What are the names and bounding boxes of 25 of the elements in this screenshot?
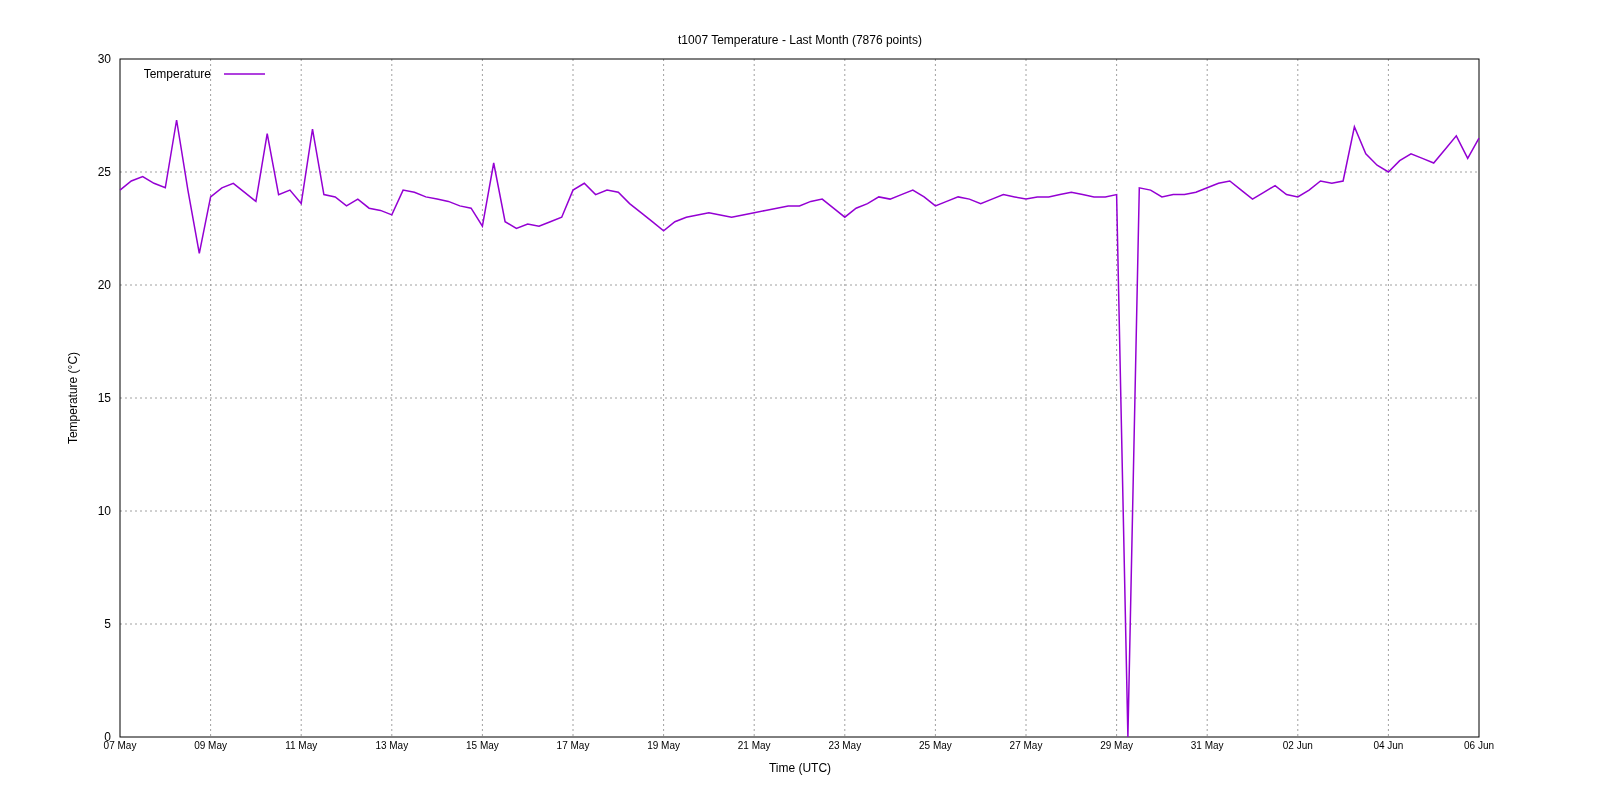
y-tick-label: 5: [104, 617, 111, 631]
legend-label: Temperature: [143, 67, 211, 81]
x-tick-label: 23 May: [828, 740, 862, 751]
y-tick-label: 20: [97, 278, 111, 292]
x-tick-label: 25 May: [919, 740, 952, 751]
y-axis-title: Temperature (°C): [66, 351, 80, 445]
chart-title: t1007 Temperature - Last Month (7876 points): [678, 33, 922, 47]
y-tick-label: 15: [97, 391, 111, 405]
y-tick-label: 10: [97, 504, 111, 518]
x-tick-label: 29 May: [1100, 740, 1133, 751]
y-tick-label: 30: [97, 52, 111, 66]
x-tick-label: 21 May: [737, 740, 771, 751]
y-tick-label: 25: [97, 165, 111, 179]
x-tick-label: 06 Jun: [1464, 740, 1494, 751]
x-tick-label: 04 Jun: [1373, 740, 1404, 751]
x-tick-label: 19 May: [647, 740, 680, 751]
x-tick-label: 17 May: [556, 740, 590, 751]
x-tick-label: 31 May: [1190, 740, 1224, 751]
x-tick-label: 27 May: [1009, 740, 1043, 751]
x-tick-label: 11 May: [285, 740, 318, 751]
x-tick-label: 09 May: [194, 740, 227, 751]
x-tick-label: 13 May: [375, 740, 409, 751]
x-tick-label: 15 May: [466, 740, 499, 751]
x-tick-label: 02 Jun: [1282, 740, 1313, 751]
x-axis-title: Time (UTC): [768, 761, 832, 775]
